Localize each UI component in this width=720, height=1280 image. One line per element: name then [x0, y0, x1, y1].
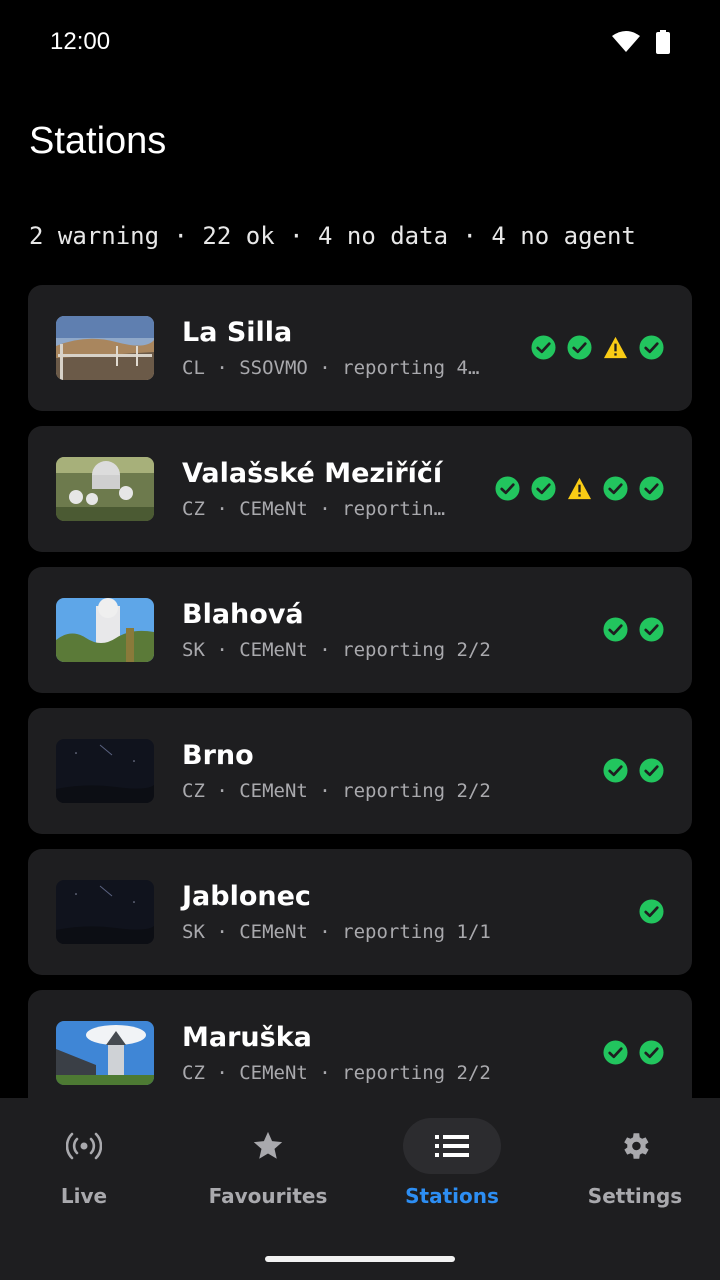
station-status-icons	[495, 476, 664, 501]
station-name: Valašské Meziříčí	[182, 458, 443, 489]
check-circle-icon	[603, 617, 628, 642]
station-list[interactable]: La Silla CL · SSOVMO · reporting 4… Valašs…	[28, 285, 692, 1131]
status-bar: 12:00	[0, 0, 720, 88]
station-thumbnail	[56, 598, 154, 662]
broadcast-icon	[35, 1118, 133, 1174]
warning-icon	[603, 335, 628, 360]
station-card[interactable]: Jablonec SK · CEMeNt · reporting 1/1	[28, 849, 692, 975]
station-status-icons	[603, 617, 664, 642]
check-circle-icon	[639, 335, 664, 360]
station-card[interactable]: Brno CZ · CEMeNt · reporting 2/2	[28, 708, 692, 834]
check-circle-icon	[639, 899, 664, 924]
station-card[interactable]: Valašské Meziříčí CZ · CEMeNt · reportin…	[28, 426, 692, 552]
nav-label: Stations	[405, 1184, 499, 1208]
check-circle-icon	[639, 758, 664, 783]
station-status-icons	[531, 335, 664, 360]
check-circle-icon	[639, 476, 664, 501]
nav-label: Favourites	[208, 1184, 328, 1208]
station-subtitle: CZ · CEMeNt · reportin…	[182, 498, 446, 520]
station-status-icons	[603, 758, 664, 783]
station-subtitle: CL · SSOVMO · reporting 4…	[182, 357, 480, 379]
nav-item-live[interactable]: Live	[0, 1118, 174, 1228]
check-circle-icon	[603, 476, 628, 501]
station-status-icons	[639, 899, 664, 924]
station-subtitle: CZ · CEMeNt · reporting 2/2	[182, 1062, 491, 1084]
gear-icon	[586, 1118, 684, 1174]
station-subtitle: CZ · CEMeNt · reporting 2/2	[182, 780, 491, 802]
check-circle-icon	[495, 476, 520, 501]
station-status-icons	[603, 1040, 664, 1065]
nav-item-settings[interactable]: Settings	[545, 1118, 720, 1228]
station-thumbnail	[56, 739, 154, 803]
station-name: Blahová	[182, 599, 304, 630]
nav-item-stations[interactable]: Stations	[362, 1118, 542, 1228]
station-thumbnail	[56, 1021, 154, 1085]
check-circle-icon	[531, 335, 556, 360]
nav-item-favourites[interactable]: Favourites	[178, 1118, 358, 1228]
station-subtitle: SK · CEMeNt · reporting 2/2	[182, 639, 491, 661]
status-summary: 2 warning · 22 ok · 4 no data · 4 no age…	[29, 222, 636, 250]
check-circle-icon	[531, 476, 556, 501]
station-thumbnail	[56, 316, 154, 380]
station-card[interactable]: Blahová SK · CEMeNt · reporting 2/2	[28, 567, 692, 693]
check-circle-icon	[603, 758, 628, 783]
check-circle-icon	[639, 1040, 664, 1065]
check-circle-icon	[603, 1040, 628, 1065]
star-icon	[219, 1118, 317, 1174]
battery-icon	[656, 30, 670, 54]
station-thumbnail	[56, 880, 154, 944]
station-thumbnail	[56, 457, 154, 521]
status-time: 12:00	[50, 28, 111, 55]
station-name: La Silla	[182, 317, 293, 348]
station-name: Jablonec	[182, 881, 311, 912]
gesture-handle[interactable]	[265, 1256, 455, 1262]
check-circle-icon	[567, 335, 592, 360]
check-circle-icon	[639, 617, 664, 642]
page-title: Stations	[29, 120, 167, 162]
station-name: Brno	[182, 740, 254, 771]
nav-label: Settings	[587, 1184, 683, 1208]
status-icons	[612, 30, 670, 54]
nav-label: Live	[60, 1184, 108, 1208]
bottom-navigation: Live Favourites Stations Settings	[0, 1098, 720, 1280]
warning-icon	[567, 476, 592, 501]
wifi-icon	[612, 31, 640, 52]
station-name: Maruška	[182, 1022, 312, 1053]
list-icon	[403, 1118, 501, 1174]
station-card[interactable]: La Silla CL · SSOVMO · reporting 4…	[28, 285, 692, 411]
station-subtitle: SK · CEMeNt · reporting 1/1	[182, 921, 491, 943]
